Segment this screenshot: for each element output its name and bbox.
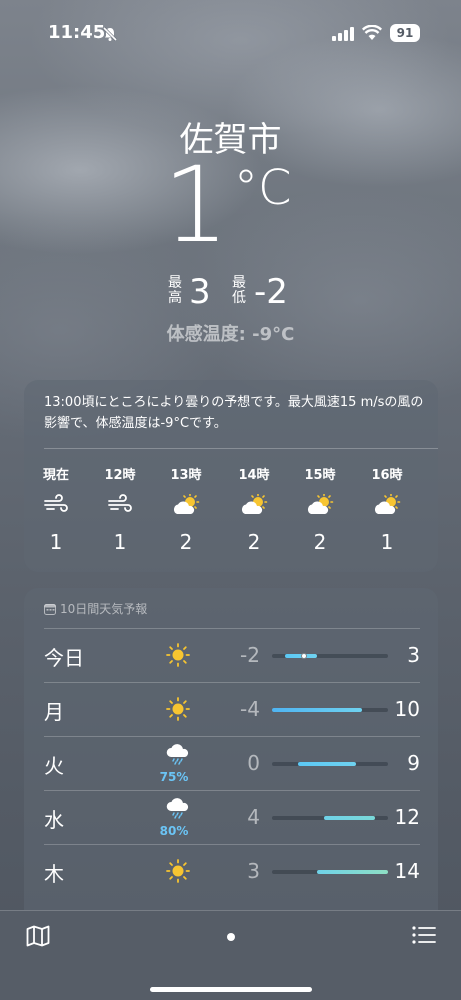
low-temperature: 4 xyxy=(247,805,260,829)
temperature-range-fill xyxy=(297,762,356,766)
day-name: 水 xyxy=(44,808,64,832)
partly-cloudy-icon xyxy=(374,494,401,514)
day-row[interactable]: 今日 -2 3 xyxy=(44,628,420,682)
day-row[interactable]: 水 80% 4 12 xyxy=(44,790,420,844)
hour-temperature: 2 xyxy=(313,530,327,554)
partly-cloudy-icon xyxy=(307,494,334,514)
hour-label: 13時 xyxy=(170,468,202,483)
sun-icon xyxy=(166,859,190,883)
hour-item: 12時 1 xyxy=(92,464,148,554)
temperature-range-bar xyxy=(272,870,388,874)
rain-cloud-icon xyxy=(166,798,189,819)
low-temperature: -4 xyxy=(240,697,260,721)
hour-item: 15時 2 xyxy=(292,464,348,554)
home-indicator[interactable] xyxy=(150,987,312,992)
rain-cloud-icon xyxy=(166,744,189,765)
day-name: 今日 xyxy=(44,646,84,670)
bell-slash-icon xyxy=(102,26,118,42)
precipitation-chance: 80% xyxy=(159,824,189,838)
temperature-range-fill xyxy=(317,870,388,874)
high-low-temperatures: 最高 3 最低 -2 xyxy=(0,272,461,312)
calendar-icon xyxy=(44,604,56,615)
partly-cloudy-icon xyxy=(241,494,268,514)
bottom-toolbar xyxy=(0,910,461,1000)
wind-icon xyxy=(44,494,68,512)
current-temperature-dot xyxy=(301,653,308,659)
hour-label: 現在 xyxy=(42,468,69,483)
high-temperature: 9 xyxy=(407,751,420,775)
page-indicator-dot[interactable] xyxy=(227,933,235,941)
partly-cloudy-icon xyxy=(173,494,200,514)
temperature-unit: °C xyxy=(234,160,292,216)
high-temperature: 3 xyxy=(407,643,420,667)
hour-label: 16時 xyxy=(371,468,403,483)
day-name: 月 xyxy=(44,700,64,724)
low-label: 最低 xyxy=(232,275,246,306)
day-name: 木 xyxy=(44,862,64,886)
hourly-description: 13:00頃にところにより曇りの予想です。最大風速15 m/sの風の影響で、体感… xyxy=(44,395,424,431)
cellular-signal-icon xyxy=(332,27,354,41)
temperature-value: 1 xyxy=(162,144,229,266)
hour-temperature: 1 xyxy=(113,530,127,554)
hour-temperature: 1 xyxy=(380,530,394,554)
daily-forecast-card[interactable]: 10日間天気予報 今日 -2 3 月 -4 10 火 75% 0 9 水 80%… xyxy=(24,588,438,918)
low-temperature: 3 xyxy=(247,859,260,883)
hour-item: 現在 1 xyxy=(28,464,84,554)
high-temperature: 12 xyxy=(394,805,420,829)
hour-item: 13時 2 xyxy=(158,464,214,554)
hour-item: 16時 1 xyxy=(359,464,415,554)
high-temperature: 10 xyxy=(394,697,420,721)
high-temperature: 3 xyxy=(189,272,211,312)
day-name: 火 xyxy=(44,754,64,778)
temperature-range-bar xyxy=(272,816,388,820)
battery-indicator: 91 xyxy=(390,24,420,42)
sun-icon xyxy=(166,643,190,667)
hour-temperature: 2 xyxy=(179,530,193,554)
day-row[interactable]: 火 75% 0 9 xyxy=(44,736,420,790)
temperature-range-bar xyxy=(272,708,388,712)
daily-forecast-title: 10日間天気予報 xyxy=(60,602,148,616)
list-icon[interactable] xyxy=(412,925,436,945)
day-row[interactable]: 月 -4 10 xyxy=(44,682,420,736)
high-label: 最高 xyxy=(168,275,182,306)
divider xyxy=(44,448,438,449)
hour-label: 14時 xyxy=(238,468,270,483)
low-temperature: 0 xyxy=(247,751,260,775)
temperature-range-bar xyxy=(272,762,388,766)
status-time: 11:45 xyxy=(48,22,106,43)
temperature-range-fill xyxy=(323,816,376,820)
wifi-icon xyxy=(362,25,382,40)
sun-icon xyxy=(166,697,190,721)
hour-temperature: 2 xyxy=(247,530,261,554)
temperature-range-fill xyxy=(272,708,363,712)
temperature-range-bar xyxy=(272,653,388,659)
hour-item: 14時 2 xyxy=(226,464,282,554)
status-bar: 11:45 91 xyxy=(0,0,461,60)
low-temperature: -2 xyxy=(240,643,260,667)
low-temperature: -2 xyxy=(254,272,288,312)
day-row[interactable]: 木 3 14 xyxy=(44,844,420,898)
current-temperature: 1 °C xyxy=(0,150,461,270)
daily-forecast-header: 10日間天気予報 xyxy=(44,600,147,617)
hour-temperature: 1 xyxy=(49,530,63,554)
map-icon[interactable] xyxy=(26,925,50,947)
wind-icon xyxy=(108,494,132,512)
hour-label: 12時 xyxy=(104,468,136,483)
high-temperature: 14 xyxy=(394,859,420,883)
precipitation-chance: 75% xyxy=(159,770,189,784)
feels-like: 体感温度: -9°C xyxy=(166,324,295,345)
hour-label: 15時 xyxy=(304,468,336,483)
hourly-forecast-card[interactable]: 13:00頃にところにより曇りの予想です。最大風速15 m/sの風の影響で、体感… xyxy=(24,380,438,572)
